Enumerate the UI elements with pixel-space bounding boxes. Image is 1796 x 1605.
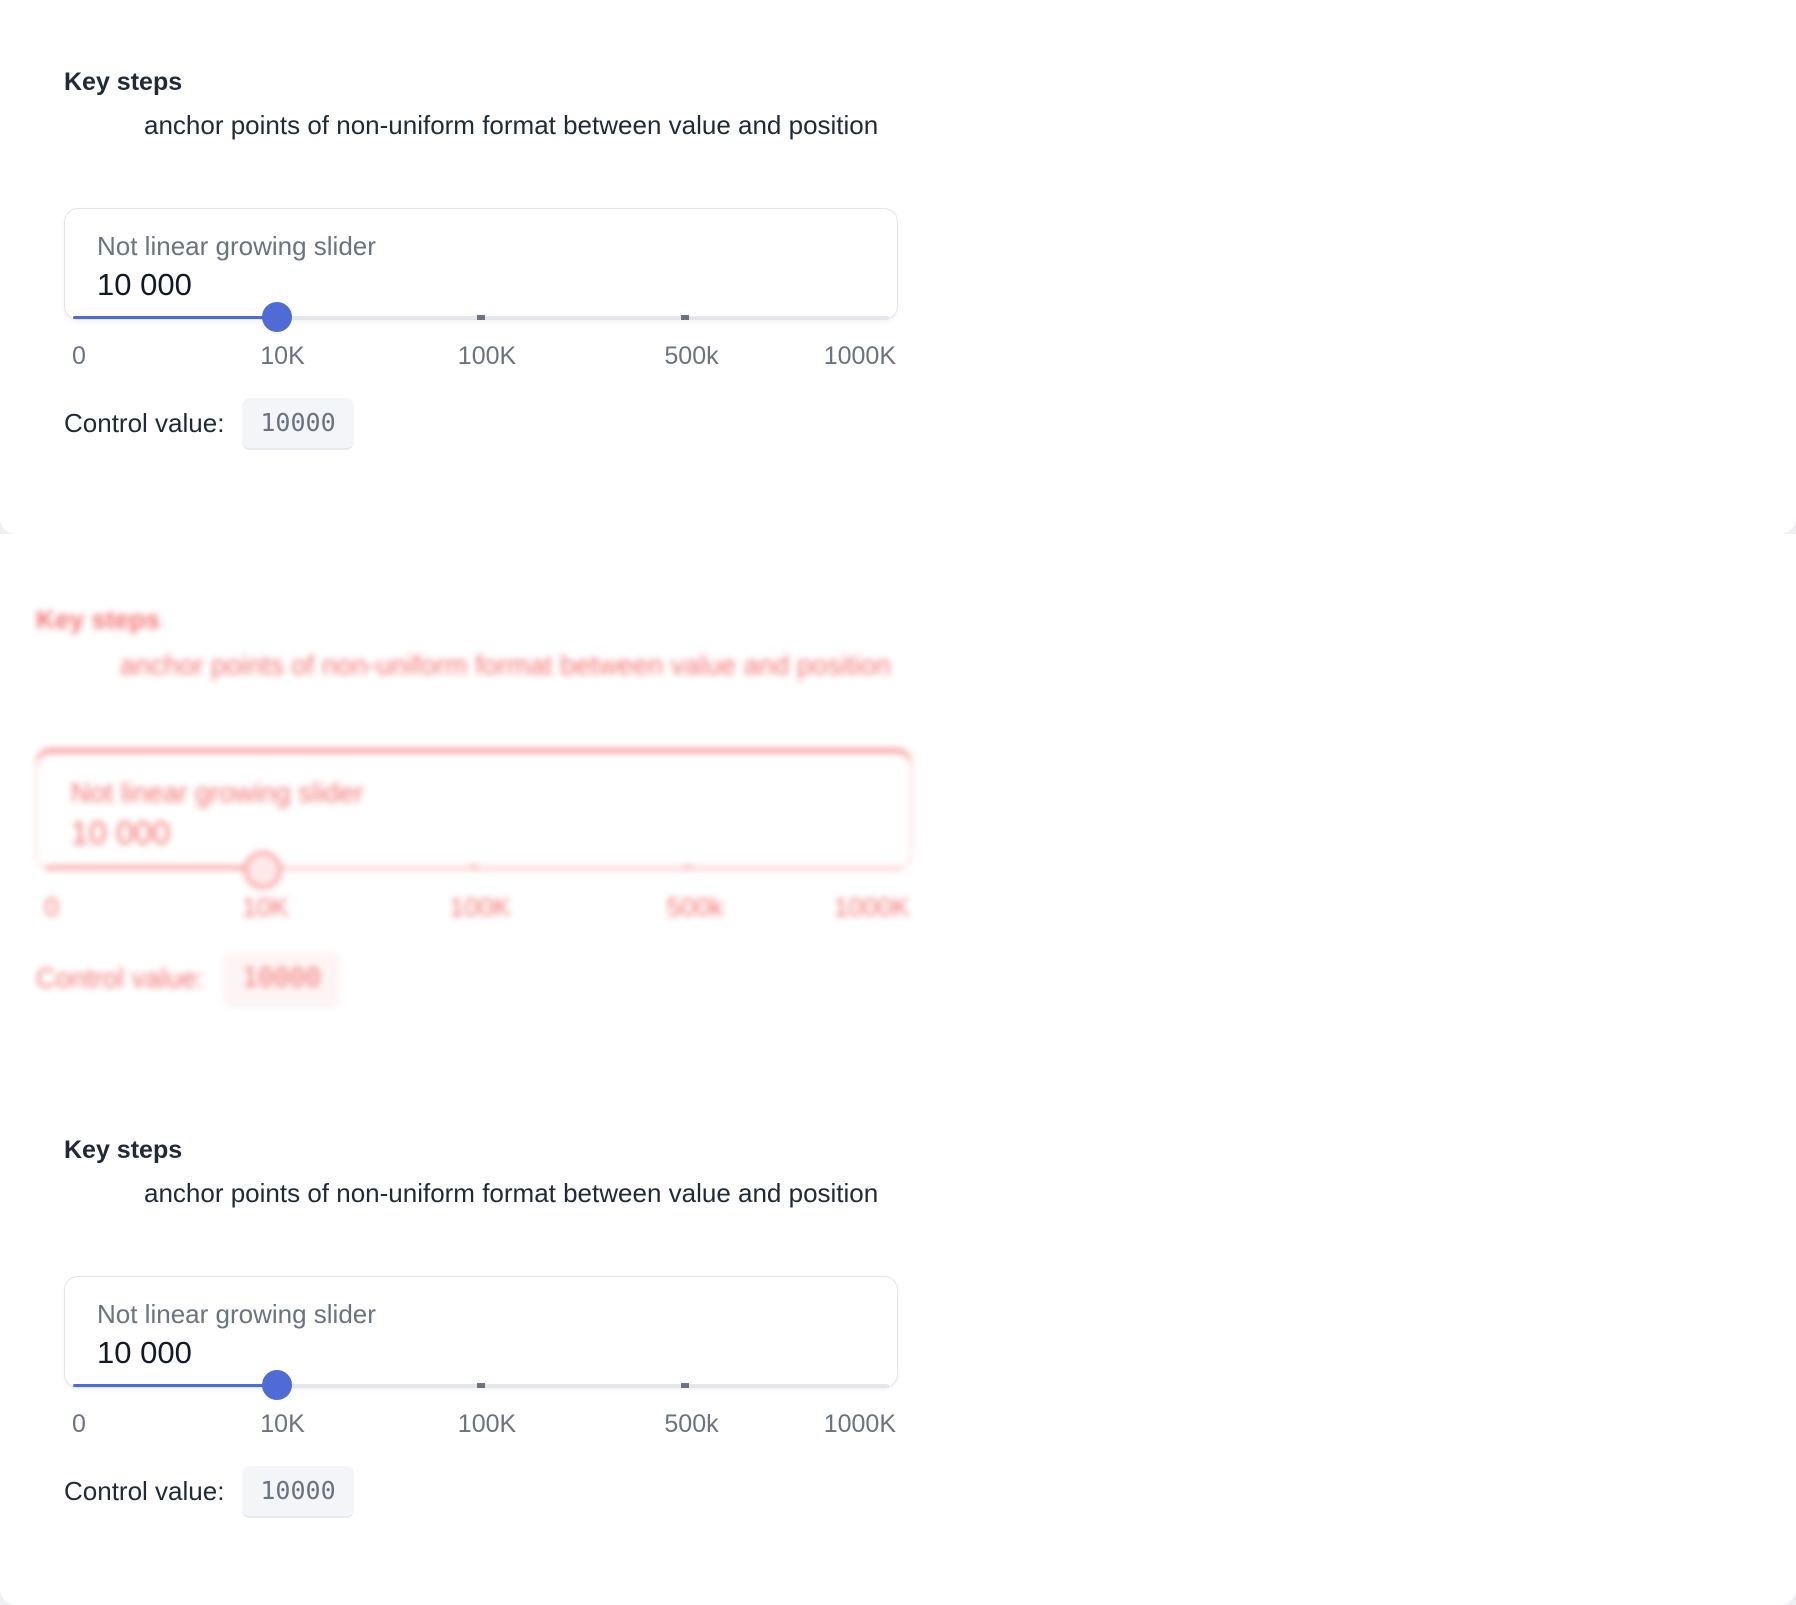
ghost-section-description: anchor points of non-uniform format betw… bbox=[120, 649, 891, 682]
control-value-code: 10000 bbox=[242, 1466, 354, 1518]
slider-step-mark bbox=[477, 315, 485, 320]
ghost-slider-step-mark bbox=[469, 864, 479, 870]
section-heading: Key steps bbox=[64, 1136, 183, 1164]
section-heading: Key steps bbox=[64, 68, 183, 96]
slider-step-labels: 0 10K 100K 500k 1000K bbox=[64, 1410, 964, 1440]
step-label[interactable]: 0 bbox=[72, 342, 86, 371]
slider-step-labels: 0 10K 100K 500k 1000K bbox=[64, 342, 964, 372]
section-description: anchor points of non-uniform format betw… bbox=[144, 110, 879, 140]
slider-track[interactable] bbox=[73, 1370, 889, 1400]
ghost-step-label: 0 bbox=[44, 893, 60, 923]
step-label[interactable]: 500k bbox=[664, 342, 718, 371]
slider-thumb[interactable] bbox=[262, 302, 292, 332]
key-steps-section-repeat: Key steps anchor points of non-uniform f… bbox=[64, 1068, 964, 1518]
section-description: anchor points of non-uniform format betw… bbox=[144, 1178, 879, 1208]
step-label[interactable]: 10K bbox=[260, 1410, 304, 1439]
step-label[interactable]: 0 bbox=[72, 1410, 86, 1439]
step-label[interactable]: 1000K bbox=[824, 1410, 896, 1439]
ghost-control-value-code: 10000 bbox=[222, 951, 341, 1007]
slider-track[interactable] bbox=[73, 302, 889, 332]
ghost-control-value-label: Control value: bbox=[36, 962, 205, 994]
control-value-label: Control value: bbox=[64, 1476, 225, 1506]
slider-value: 10 000 bbox=[97, 1335, 192, 1370]
ghost-step-label: 100K bbox=[449, 893, 511, 923]
drag-ghost-preview: Key steps anchor points of non-uniform f… bbox=[36, 534, 981, 1017]
slider-label: Not linear growing slider bbox=[97, 1299, 376, 1329]
slider-thumb[interactable] bbox=[262, 1370, 292, 1400]
ghost-section-heading: Key steps bbox=[36, 605, 161, 635]
slider-track-fill bbox=[73, 316, 277, 319]
slider-label: Not linear growing slider bbox=[97, 231, 376, 261]
ghost-slider-track bbox=[45, 851, 903, 889]
key-steps-section: Key steps anchor points of non-uniform f… bbox=[64, 0, 964, 450]
slider-field[interactable]: Not linear growing slider 10 000 bbox=[64, 1276, 898, 1400]
control-value-label: Control value: bbox=[64, 408, 225, 438]
slider-step-mark bbox=[681, 315, 689, 320]
ghost-slider-value: 10 000 bbox=[70, 814, 171, 852]
ghost-slider-thumb bbox=[243, 851, 282, 889]
ghost-slider-label: Not linear growing slider bbox=[70, 776, 364, 809]
ghost-slider-step-mark bbox=[683, 864, 693, 870]
ghost-slider-track-fill bbox=[45, 865, 260, 869]
ghost-slider-field: Not linear growing slider 10 000 bbox=[36, 752, 912, 889]
step-label[interactable]: 100K bbox=[458, 1410, 516, 1439]
slider-field[interactable]: Not linear growing slider 10 000 bbox=[64, 208, 898, 332]
slider-track-fill bbox=[73, 1384, 277, 1387]
control-value-code: 10000 bbox=[242, 398, 354, 450]
slider-step-mark bbox=[477, 1383, 485, 1388]
step-label[interactable]: 1000K bbox=[824, 342, 896, 371]
ghost-step-label: 1000K bbox=[833, 893, 910, 923]
step-label[interactable]: 500k bbox=[664, 1410, 718, 1439]
step-label[interactable]: 100K bbox=[458, 342, 516, 371]
slider-step-mark bbox=[681, 1383, 689, 1388]
ghost-step-label: 500k bbox=[666, 893, 724, 923]
ghost-slider-step-labels: 0 10K 100K 500k 1000K bbox=[36, 893, 981, 925]
ghost-step-label: 10K bbox=[242, 893, 289, 923]
step-label[interactable]: 10K bbox=[260, 342, 304, 371]
slider-value: 10 000 bbox=[97, 267, 192, 302]
